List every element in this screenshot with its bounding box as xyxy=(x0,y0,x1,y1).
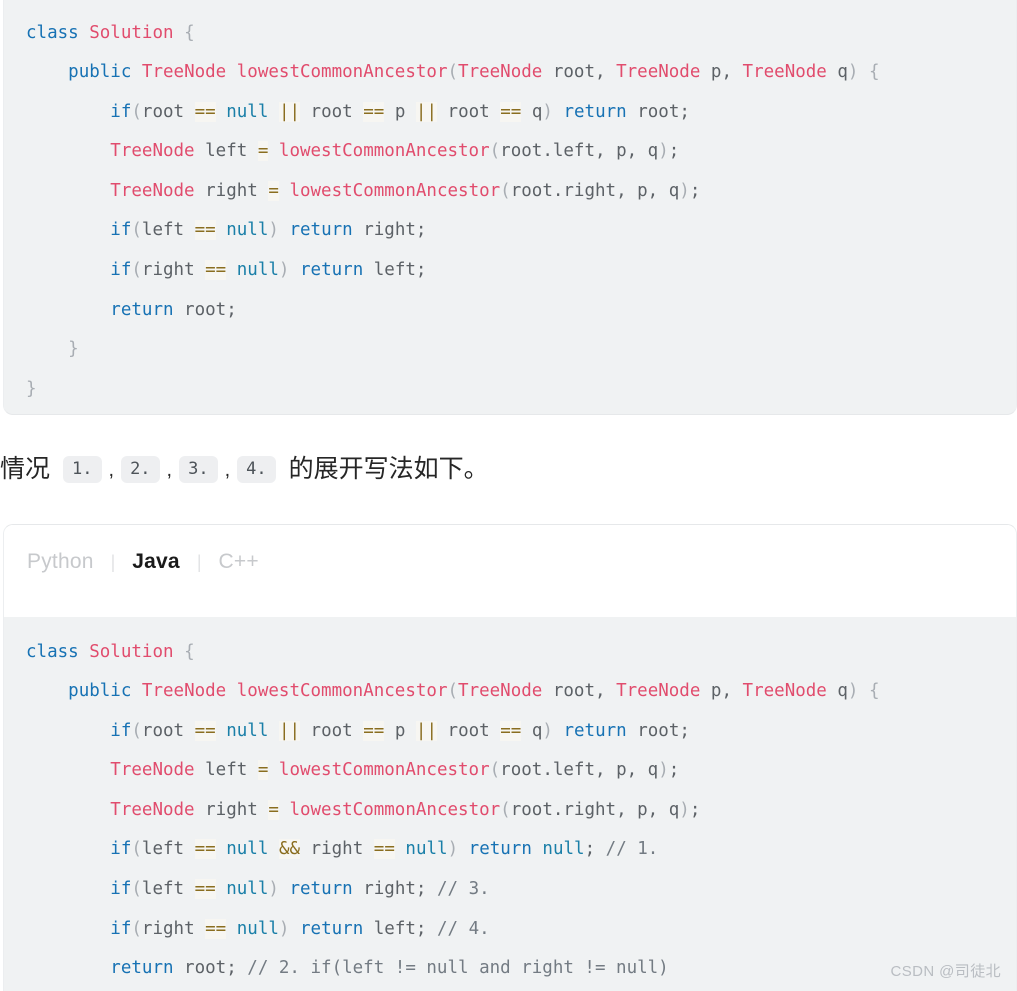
prose-lead-text: 情况 xyxy=(0,455,51,483)
language-tab-bar: Python | Java | C++ xyxy=(4,525,1016,599)
tab-divider-2: | xyxy=(196,551,202,572)
code-line: return root; // 2. if(left != null and r… xyxy=(110,958,669,979)
code-line: TreeNode left = lowestCommonAncestor(roo… xyxy=(110,141,680,162)
code-line: if(left == null && right == null) return… xyxy=(110,839,659,860)
code-line: if(root == null || root == p || root == … xyxy=(110,720,690,741)
code-line: return root; xyxy=(110,299,237,320)
inline-code-case-2: 2. xyxy=(121,455,160,484)
code-line: public TreeNode lowestCommonAncestor(Tre… xyxy=(68,62,880,83)
tab-divider-1: | xyxy=(110,551,116,572)
code-line: TreeNode left = lowestCommonAncestor(roo… xyxy=(110,760,680,781)
code-line: } xyxy=(26,378,37,399)
prose-comma-3: , xyxy=(224,458,231,481)
tab-cpp[interactable]: C++ xyxy=(218,550,260,574)
inline-code-case-4: 4. xyxy=(237,455,276,484)
code-line: class Solution { xyxy=(26,641,195,662)
code-line: TreeNode right = lowestCommonAncestor(ro… xyxy=(110,180,701,201)
inline-code-case-3: 3. xyxy=(179,455,218,484)
code-content-lower[interactable]: class Solution { public TreeNode lowestC… xyxy=(4,616,1016,991)
prose-tail-text: 的展开写法如下。 xyxy=(288,455,489,483)
code-block-upper: class Solution { public TreeNode lowestC… xyxy=(3,0,1017,415)
code-content-upper[interactable]: class Solution { public TreeNode lowestC… xyxy=(4,0,1016,410)
code-line: class Solution { xyxy=(26,22,195,43)
code-line: if(left == null) return right; xyxy=(110,220,427,241)
code-line: if(right == null) return left; // 4. xyxy=(110,918,490,939)
code-line: } xyxy=(68,339,79,360)
prose-comma-2: , xyxy=(166,458,173,481)
code-line: if(left == null) return right; // 3. xyxy=(110,879,490,900)
csdn-watermark: CSDN @司徒北 xyxy=(890,963,1001,980)
tab-java[interactable]: Java xyxy=(131,550,181,574)
explanation-paragraph: 情况 1., 2., 3., 4. 的展开写法如下。 xyxy=(0,452,1017,487)
code-line: TreeNode right = lowestCommonAncestor(ro… xyxy=(110,799,701,820)
inline-code-case-1: 1. xyxy=(63,455,102,484)
code-block-lower: Python | Java | C++ class Solution { pub… xyxy=(3,524,1017,991)
tab-python[interactable]: Python xyxy=(26,550,95,574)
code-line: public TreeNode lowestCommonAncestor(Tre… xyxy=(68,681,880,702)
code-line: if(root == null || root == p || root == … xyxy=(110,101,690,122)
code-line: if(right == null) return left; xyxy=(110,260,427,281)
prose-comma-1: , xyxy=(108,458,115,481)
